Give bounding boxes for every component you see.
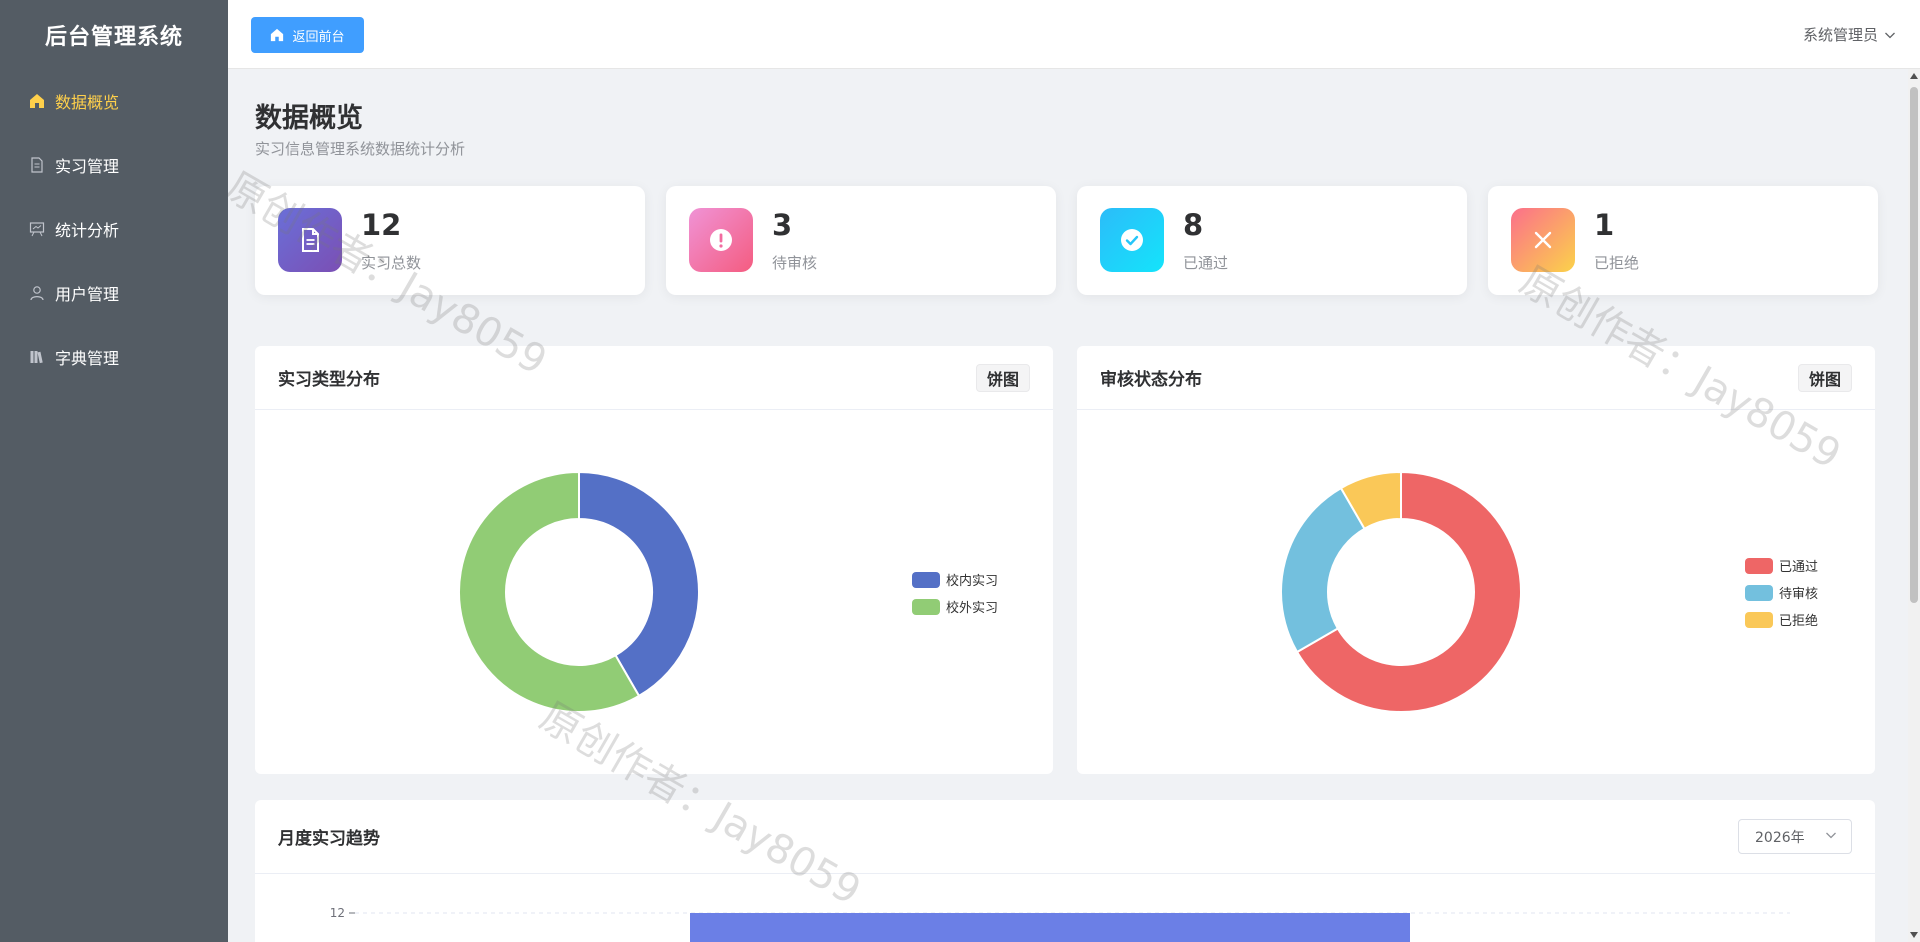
pie-chart-button[interactable]: 饼图 bbox=[1797, 363, 1852, 392]
sidebar-item-label: 用户管理 bbox=[55, 285, 120, 304]
panel-header: 实习类型分布 饼图 bbox=[255, 346, 1053, 410]
stat-value: 3 bbox=[772, 208, 793, 242]
sidebar: 后台管理系统 数据概览 实习管理 统计分析 用户管理 字典管理 bbox=[0, 0, 228, 942]
home-icon bbox=[270, 28, 284, 42]
legend-item[interactable]: 已通过 bbox=[1745, 552, 1818, 579]
sidebar-item-overview[interactable]: 数据概览 bbox=[0, 69, 228, 133]
page-title: 数据概览 bbox=[255, 103, 363, 134]
user-dropdown[interactable]: 系统管理员 bbox=[1803, 24, 1896, 45]
main-scrollbar[interactable] bbox=[1908, 69, 1920, 942]
document-icon bbox=[28, 156, 46, 174]
stat-value: 1 bbox=[1594, 208, 1615, 242]
type-distribution-panel: 实习类型分布 饼图 校内实习校外实习 bbox=[255, 346, 1053, 774]
legend-item[interactable]: 校内实习 bbox=[912, 566, 998, 593]
chevron-down-icon bbox=[1884, 29, 1896, 41]
panel-title: 审核状态分布 bbox=[1100, 370, 1202, 390]
legend-item[interactable]: 校外实习 bbox=[912, 593, 998, 620]
stat-label: 已通过 bbox=[1183, 254, 1229, 272]
bar[interactable] bbox=[690, 913, 1410, 942]
panel-header: 月度实习趋势 2026年 bbox=[255, 800, 1875, 874]
top-header: 返回前台 系统管理员 bbox=[228, 0, 1920, 69]
legend-swatch bbox=[1745, 557, 1773, 574]
legend-item[interactable]: 待审核 bbox=[1745, 579, 1818, 606]
legend-swatch bbox=[1745, 584, 1773, 601]
monthly-trend-panel: 月度实习趋势 2026年 12 bbox=[255, 800, 1875, 942]
chart-legend: 已通过 待审核 已拒绝 bbox=[1745, 552, 1818, 633]
stat-value: 8 bbox=[1183, 208, 1204, 242]
year-select-value: 2026年 bbox=[1755, 829, 1805, 846]
stat-label: 实习总数 bbox=[361, 254, 422, 272]
home-icon bbox=[28, 92, 46, 110]
legend-item[interactable]: 已拒绝 bbox=[1745, 606, 1818, 633]
scroll-down-icon[interactable] bbox=[1908, 928, 1920, 942]
y-axis-tick-label: 12 bbox=[330, 906, 345, 920]
pie-chart-button[interactable]: 饼图 bbox=[975, 363, 1030, 392]
app-title: 后台管理系统 bbox=[44, 24, 183, 50]
sidebar-item-statistics[interactable]: 统计分析 bbox=[0, 197, 228, 261]
check-icon bbox=[1100, 208, 1164, 272]
panel-header: 审核状态分布 饼图 bbox=[1077, 346, 1875, 410]
presentation-icon bbox=[28, 220, 46, 238]
user-icon bbox=[28, 284, 46, 302]
close-icon bbox=[1511, 208, 1575, 272]
stat-card-total: 12 实习总数 bbox=[255, 186, 645, 295]
pie-slice-1[interactable] bbox=[1280, 486, 1366, 654]
legend-swatch bbox=[912, 571, 940, 588]
monthly-trend-chart: 12 bbox=[330, 906, 1790, 942]
legend-label: 校外实习 bbox=[946, 601, 999, 616]
stat-card-pending: 3 待审核 bbox=[666, 186, 1056, 295]
sidebar-item-internship[interactable]: 实习管理 bbox=[0, 133, 228, 197]
chart-legend: 校内实习 校外实习 bbox=[912, 566, 998, 620]
back-button-label: 返回前台 bbox=[292, 29, 345, 45]
year-select[interactable]: 2026年 bbox=[1738, 819, 1852, 854]
back-to-frontend-button[interactable]: 返回前台 bbox=[251, 17, 364, 53]
stat-card-rejected: 1 已拒绝 bbox=[1488, 186, 1878, 295]
stat-label: 已拒绝 bbox=[1594, 254, 1640, 272]
sidebar-item-label: 字典管理 bbox=[55, 349, 120, 368]
page-subtitle: 实习信息管理系统数据统计分析 bbox=[255, 140, 466, 158]
scrollbar-thumb[interactable] bbox=[1910, 87, 1918, 603]
legend-label: 已拒绝 bbox=[1779, 614, 1819, 629]
sidebar-item-label: 数据概览 bbox=[55, 93, 120, 112]
main-content: 数据概览 实习信息管理系统数据统计分析 12 实习总数 3 待审核 8 已通过 … bbox=[228, 69, 1908, 942]
chevron-down-icon bbox=[1825, 829, 1837, 845]
scroll-up-icon[interactable] bbox=[1908, 69, 1920, 83]
sidebar-item-label: 实习管理 bbox=[55, 157, 120, 176]
legend-swatch bbox=[1745, 611, 1773, 628]
stat-card-approved: 8 已通过 bbox=[1077, 186, 1467, 295]
document-icon bbox=[278, 208, 342, 272]
books-icon bbox=[28, 348, 46, 366]
stat-value: 12 bbox=[361, 208, 402, 242]
panel-title: 实习类型分布 bbox=[278, 370, 380, 390]
status-distribution-panel: 审核状态分布 饼图 已通过待审核已拒绝 bbox=[1077, 346, 1875, 774]
stat-label: 待审核 bbox=[772, 254, 818, 272]
legend-label: 校内实习 bbox=[946, 574, 999, 589]
legend-swatch bbox=[912, 598, 940, 615]
alert-icon bbox=[689, 208, 753, 272]
panel-title: 月度实习趋势 bbox=[278, 829, 380, 849]
sidebar-item-label: 统计分析 bbox=[55, 221, 120, 240]
user-name: 系统管理员 bbox=[1802, 26, 1878, 44]
legend-label: 待审核 bbox=[1779, 587, 1819, 602]
legend-label: 已通过 bbox=[1779, 560, 1819, 575]
sidebar-item-dictionary[interactable]: 字典管理 bbox=[0, 325, 228, 389]
sidebar-item-users[interactable]: 用户管理 bbox=[0, 261, 228, 325]
